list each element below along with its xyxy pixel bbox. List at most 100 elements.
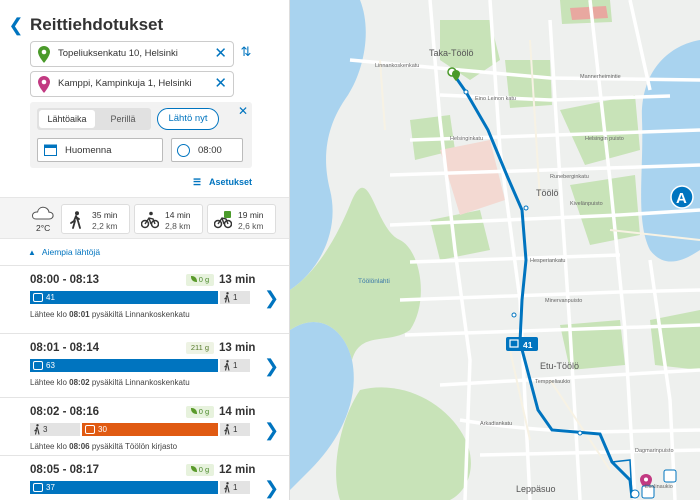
close-time-icon[interactable]: ✕ xyxy=(238,104,248,118)
itinerary-row[interactable]: 08:05 - 08:17 0 g 12 min 37 1 ❯ xyxy=(0,455,289,500)
walk-option[interactable]: 35 min 2,2 km xyxy=(61,204,130,234)
leg-bar: 3 30 1 xyxy=(30,423,250,436)
departure-arrival-toggle: Lähtöaika Perillä xyxy=(37,108,151,130)
co2-value: 0 g xyxy=(198,407,210,416)
info-time: 08:01 xyxy=(69,310,90,319)
park-label: Dagmarinpuisto xyxy=(635,448,674,454)
bike-distance: 2,8 km xyxy=(165,221,191,231)
citybike-option[interactable]: 19 min 2,6 km xyxy=(207,204,276,234)
co2-value: 0 g xyxy=(198,275,210,284)
itinerary-duration: 14 min xyxy=(219,406,256,418)
cloud-icon xyxy=(31,206,54,220)
leg-bar: 37 1 xyxy=(30,481,250,494)
departure-info: Lähtee klo 08:01 pysäkiltä Linnankoskenk… xyxy=(30,310,190,319)
chevron-left-icon[interactable]: ❮ xyxy=(6,14,26,36)
tab-departure[interactable]: Lähtöaika xyxy=(39,110,95,128)
bus-leg: 37 xyxy=(30,481,218,494)
leaf-icon xyxy=(190,408,197,414)
tab-arrival[interactable]: Perillä xyxy=(97,110,149,128)
park-area xyxy=(430,210,490,260)
time-select[interactable]: 08:00 xyxy=(171,138,243,162)
depart-now-button[interactable]: Lähtö nyt xyxy=(157,108,219,130)
chevron-right-icon[interactable]: ❯ xyxy=(264,478,279,498)
stop-marker[interactable] xyxy=(523,205,529,211)
co2-value: 0 g xyxy=(198,465,210,474)
bus-badge-label: 41 xyxy=(523,340,533,350)
toolonlahti-bay xyxy=(641,40,700,262)
district-label: Leppäsuo xyxy=(516,484,556,494)
tram-leg: 30 xyxy=(82,423,218,436)
co2-badge: 0 g xyxy=(186,406,214,418)
park-label: Kivelänpuisto xyxy=(570,201,603,207)
bus-line-badge: 41 xyxy=(506,337,538,351)
itinerary-row[interactable]: 08:00 - 08:13 0 g 13 min 41 1 Lähtee klo… xyxy=(0,265,289,333)
water-label: Töölönlahti xyxy=(358,278,390,285)
sports-track xyxy=(570,6,608,20)
street-label: Eino Leinon katu xyxy=(475,96,516,102)
clear-origin-icon[interactable]: ✕ xyxy=(214,45,227,63)
bike-option[interactable]: 14 min 2,8 km xyxy=(134,204,203,234)
bus-leg: 63 xyxy=(30,359,218,372)
bike-duration: 14 min xyxy=(165,210,191,220)
itinerary-duration: 13 min xyxy=(219,274,256,286)
info-stop: pysäkiltä Linnankoskenkatu xyxy=(89,378,190,387)
weather: 2°C xyxy=(30,206,58,233)
swap-direction-icon[interactable]: ⇅ xyxy=(238,44,254,62)
temperature: 2°C xyxy=(36,223,51,233)
settings-button[interactable]: ☰ Asetukset xyxy=(193,177,252,188)
co2-badge: 0 g xyxy=(186,274,214,286)
district-label: Etu-Töölö xyxy=(540,361,579,371)
clear-destination-icon[interactable]: ✕ xyxy=(214,75,227,93)
map-view[interactable]: 41 A Taka-Töölö Töölö Etu-Töölö Leppäsuo… xyxy=(290,0,700,500)
citybike-duration: 19 min xyxy=(238,210,264,220)
panel-header: ❮ Reittiehdotukset xyxy=(0,12,289,38)
stop-marker[interactable] xyxy=(577,430,583,436)
origin-value: Topeliuksenkatu 10, Helsinki xyxy=(58,48,178,59)
leg-bar: 63 1 xyxy=(30,359,250,372)
app-root: ❮ Reittiehdotukset Topeliuksenkatu 10, H… xyxy=(0,0,700,500)
info-prefix: Lähtee klo xyxy=(30,378,70,387)
walk-minutes: 1 xyxy=(233,361,238,370)
chevron-right-icon[interactable]: ❯ xyxy=(264,356,279,376)
info-stop: pysäkiltä Linnankoskenkatu xyxy=(89,310,190,319)
leg-bar: 41 1 xyxy=(30,291,250,304)
departure-info: Lähtee klo 08:06 pysäkiltä Töölön kirjas… xyxy=(30,442,177,451)
stop-marker[interactable] xyxy=(511,312,517,318)
tram-icon xyxy=(85,425,95,434)
earlier-label: Aiempia lähtöjä xyxy=(41,247,101,257)
map-canvas[interactable]: 41 A Taka-Töölö Töölö Etu-Töölö Leppäsuo… xyxy=(290,0,700,500)
citybike-icon xyxy=(214,211,232,229)
park-label: Minervanpuisto xyxy=(545,298,582,304)
date-select[interactable]: Huomenna xyxy=(37,138,163,162)
origin-field[interactable]: Topeliuksenkatu 10, Helsinki ✕ xyxy=(30,41,234,67)
walk-distance: 2,2 km xyxy=(92,221,118,231)
info-stop: pysäkiltä Töölön kirjasto xyxy=(89,442,178,451)
poi-marker[interactable]: A xyxy=(670,185,694,209)
itinerary-time: 08:01 - 08:14 xyxy=(30,342,100,354)
street-label: Arkadiankatu xyxy=(480,421,512,427)
park-area xyxy=(570,175,640,245)
info-time: 08:06 xyxy=(69,442,90,451)
destination-pin-icon xyxy=(38,76,50,93)
destination-field[interactable]: Kamppi, Kampinkuja 1, Helsinki ✕ xyxy=(30,71,234,97)
tram-line: 30 xyxy=(98,425,107,434)
chevron-right-icon[interactable]: ❯ xyxy=(264,420,279,440)
bus-icon xyxy=(33,483,43,492)
stop-marker[interactable] xyxy=(463,89,469,95)
chevron-right-icon[interactable]: ❯ xyxy=(264,288,279,308)
park-label: Temppeliaukio xyxy=(535,379,570,385)
citybike-distance: 2,6 km xyxy=(238,221,264,231)
street-label: Hesperiankatu xyxy=(530,258,565,264)
co2-badge: 0 g xyxy=(186,464,214,476)
bus-line: 63 xyxy=(46,361,55,370)
itinerary-time: 08:05 - 08:17 xyxy=(30,464,100,476)
alternative-modes: 2°C 35 min 2,2 km 14 min 2,8 km 19 min 2… xyxy=(0,197,289,239)
park-area xyxy=(336,387,471,500)
itinerary-row[interactable]: 08:01 - 08:14 211 g 13 min 63 1 Lähtee k… xyxy=(0,333,289,401)
walk-icon xyxy=(70,211,81,229)
place-label: Elielinaukio xyxy=(645,484,673,490)
walk-leg: 1 xyxy=(220,291,250,304)
date-value: Huomenna xyxy=(65,145,112,156)
earlier-departures-button[interactable]: ▲ Aiempia lähtöjä xyxy=(28,247,100,257)
itinerary-time: 08:02 - 08:16 xyxy=(30,406,100,418)
